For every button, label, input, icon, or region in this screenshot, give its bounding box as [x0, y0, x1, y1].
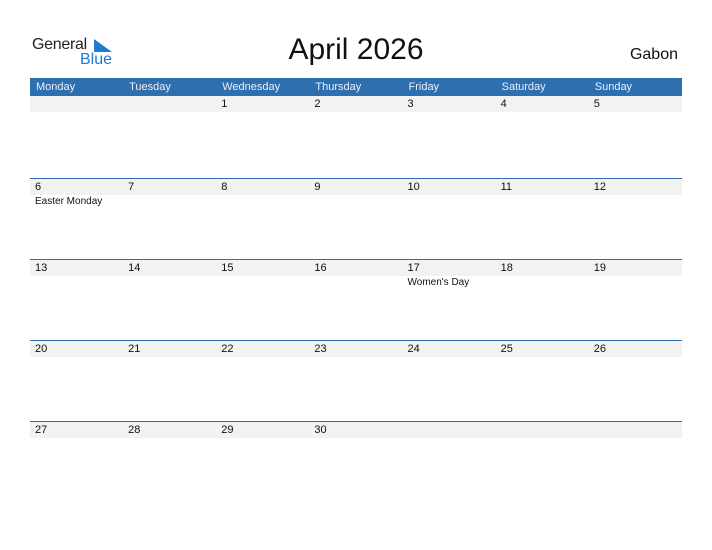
week-row-2: 6 7 8 9 10 11 12 Easter Monday: [30, 178, 682, 259]
weekday-tuesday: Tuesday: [129, 81, 171, 93]
day-cell: 9: [314, 181, 321, 193]
day-cell: [403, 422, 496, 438]
event-label: [123, 276, 216, 290]
weekday-monday: Monday: [36, 81, 76, 93]
day-cell: 18: [500, 262, 513, 274]
event-label: [216, 276, 309, 290]
day-cell: 8: [221, 181, 228, 193]
weekday-header: Monday Tuesday Wednesday Thursday Friday…: [30, 78, 682, 96]
day-cell: 17: [407, 262, 420, 274]
event-row: Women's Day: [30, 276, 682, 290]
holiday-easter-monday: Easter Monday: [35, 196, 103, 207]
day-cell: 10: [407, 181, 420, 193]
day-number-band: 6 7 8 9 10 11 12: [30, 179, 682, 195]
day-cell: 20: [35, 343, 48, 355]
day-cell: 28: [128, 424, 141, 436]
event-label: [216, 195, 309, 209]
day-cell: 12: [593, 181, 606, 193]
day-number-band: 27 28 29 30: [30, 422, 682, 438]
event-label: [30, 276, 123, 290]
event-row: Easter Monday: [30, 195, 682, 209]
day-cell: 6: [35, 181, 42, 193]
day-number-band: 1 2 3 4 5: [30, 96, 682, 112]
day-cell: 29: [221, 424, 234, 436]
weekday-sunday: Sunday: [594, 81, 633, 93]
day-cell: 19: [593, 262, 606, 274]
event-label: [309, 195, 402, 209]
day-cell: [123, 96, 216, 112]
week-row-1: 1 2 3 4 5: [30, 96, 682, 178]
event-label: [589, 276, 682, 290]
day-cell: [496, 422, 589, 438]
country-label: Gabon: [629, 46, 678, 63]
weekday-wednesday: Wednesday: [222, 81, 281, 93]
day-cell: 14: [128, 262, 141, 274]
week-row-4: 20 21 22 23 24 25 26: [30, 340, 682, 421]
event-label: [123, 195, 216, 209]
event-label: [403, 195, 496, 209]
day-cell: 26: [593, 343, 606, 355]
day-cell: 3: [407, 98, 414, 110]
day-cell: [30, 96, 123, 112]
day-cell: 27: [35, 424, 48, 436]
day-cell: 22: [221, 343, 234, 355]
day-cell: 7: [128, 181, 135, 193]
event-label: [496, 276, 589, 290]
day-cell: 11: [500, 181, 513, 193]
day-cell: [589, 422, 682, 438]
day-cell: 15: [221, 262, 234, 274]
week-row-3: 13 14 15 16 17 18 19 Women's Day: [30, 259, 682, 340]
day-cell: 21: [128, 343, 141, 355]
event-label: [589, 195, 682, 209]
week-row-5: 27 28 29 30: [30, 421, 682, 502]
day-cell: 5: [593, 98, 600, 110]
calendar-grid: Monday Tuesday Wednesday Thursday Friday…: [30, 78, 682, 502]
calendar-title: April 2026: [288, 33, 424, 66]
day-cell: 23: [314, 343, 327, 355]
day-number-band: 13 14 15 16 17 18 19: [30, 260, 682, 276]
weekday-saturday: Saturday: [501, 81, 546, 93]
day-cell: 30: [314, 424, 327, 436]
event-label: [496, 195, 589, 209]
weekday-friday: Friday: [408, 81, 440, 93]
holiday-womens-day: Women's Day: [407, 277, 470, 288]
day-cell: 1: [221, 98, 228, 110]
day-number-band: 20 21 22 23 24 25 26: [30, 341, 682, 357]
day-cell: 4: [500, 98, 507, 110]
event-label: [309, 276, 402, 290]
day-cell: 13: [35, 262, 48, 274]
day-cell: 25: [500, 343, 513, 355]
day-cell: 2: [314, 98, 321, 110]
day-cell: 16: [314, 262, 327, 274]
weekday-thursday: Thursday: [315, 81, 362, 93]
day-cell: 24: [407, 343, 420, 355]
